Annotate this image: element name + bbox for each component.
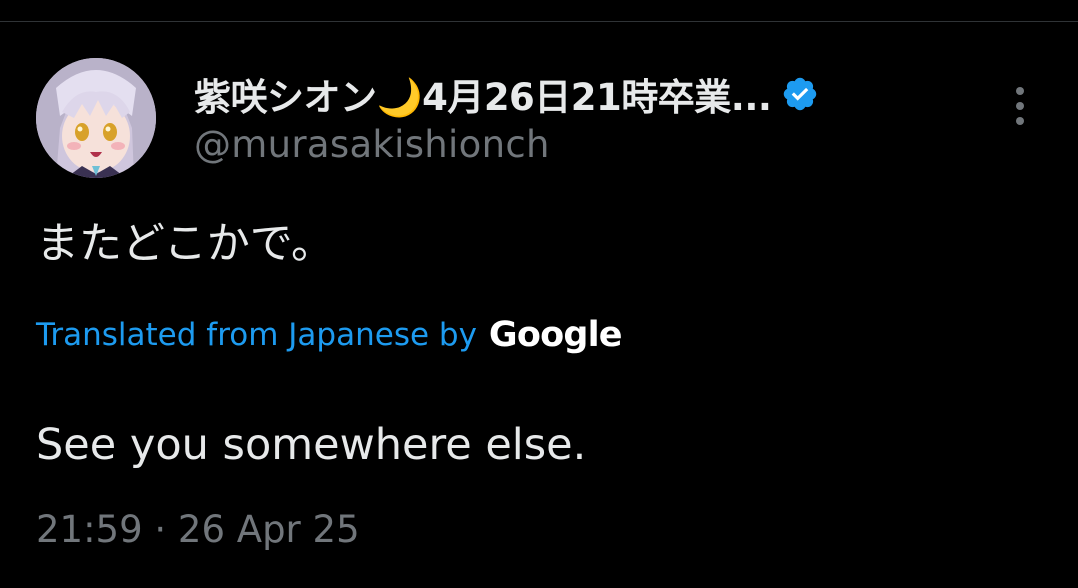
- translated-text: See you somewhere else.: [36, 420, 587, 470]
- more-options-button[interactable]: [1002, 82, 1038, 132]
- tweet: 紫咲シオン🌙4月26日21時卒業... @murasakishionch またど…: [0, 22, 1078, 588]
- translation-attribution: Translated from Japanese by Google: [36, 312, 623, 358]
- author-name-row[interactable]: 紫咲シオン🌙4月26日21時卒業...: [194, 69, 819, 119]
- tweet-text: またどこかで。: [36, 219, 334, 269]
- avatar-image: [36, 58, 156, 178]
- translated-from-link[interactable]: Translated from Japanese by: [36, 317, 477, 353]
- author-avatar[interactable]: [36, 58, 156, 178]
- verified-badge-icon: [784, 77, 817, 111]
- author-handle[interactable]: @murasakishionch: [194, 123, 550, 167]
- author-display-name[interactable]: 紫咲シオン🌙4月26日21時卒業...: [194, 67, 772, 121]
- google-logo: Google: [488, 315, 623, 355]
- tweet-timestamp[interactable]: 21:59 · 26 Apr 25: [36, 506, 360, 554]
- more-options-icon: [1016, 87, 1024, 125]
